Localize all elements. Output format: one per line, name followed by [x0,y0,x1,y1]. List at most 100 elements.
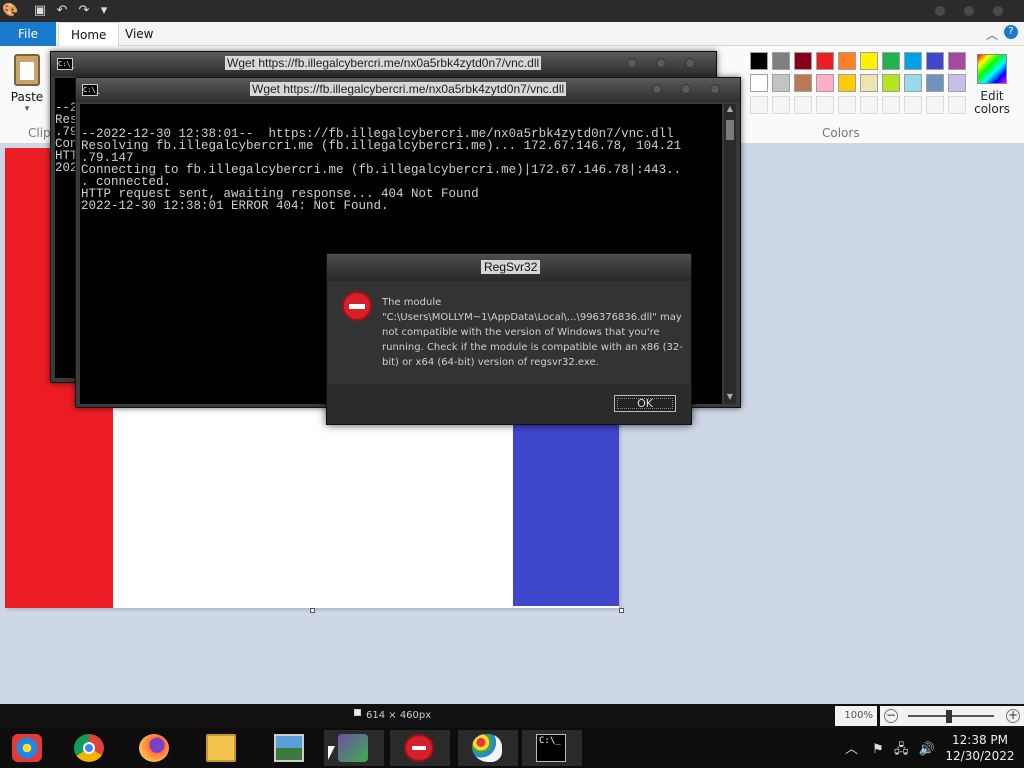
customize-quick-access-icon[interactable]: ▾ [96,3,112,19]
color-swatch[interactable] [948,74,966,92]
front-console-title-bar[interactable]: C:\_ Wget https://fb.illegalcybercri.me/… [76,78,740,102]
dialog-title: RegSvr32 [481,260,541,274]
zoom-slider-thumb[interactable] [946,710,952,723]
edit-colors-button[interactable]: Edit colors [970,50,1014,116]
taskbar-command-prompt[interactable]: C:\_ [522,730,582,766]
color-swatch[interactable] [772,74,790,92]
zoom-level: 100% [835,706,877,726]
color-swatch[interactable] [772,52,790,70]
ok-button[interactable]: OK [614,395,676,412]
chevron-up-icon[interactable]: ︿ [845,742,858,757]
taskbar-photos[interactable] [260,730,320,766]
custom-color-slot[interactable] [750,96,768,114]
redo-icon[interactable]: ↷ [76,3,92,19]
front-console-maximize[interactable] [681,84,691,94]
custom-color-slot[interactable] [882,96,900,114]
resize-handle-bottom[interactable] [310,608,315,613]
regsvr32-dialog: RegSvr32 The module "C:\Users\MOLLYM~1\A… [326,253,692,425]
help-icon[interactable]: ? [1004,25,1018,39]
color-swatch[interactable] [794,74,812,92]
front-console-close[interactable] [710,84,720,94]
network-icon[interactable]: 🖧 [894,742,909,757]
canvas-size-readout: 614 × 460px [366,710,432,721]
back-console-minimize[interactable] [627,58,637,68]
color-swatch[interactable] [926,74,944,92]
flag-icon[interactable]: ⚑ [872,742,884,757]
clipboard-group-label: Clip [28,126,51,140]
front-console-scrollbar[interactable]: ▲ ▼ [724,104,736,404]
back-console-maximize[interactable] [656,58,666,68]
color-swatch[interactable] [860,74,878,92]
scroll-thumb[interactable] [726,120,734,140]
collapse-ribbon-icon[interactable]: ︿ [986,26,998,43]
mouse-cursor [328,746,335,760]
close-button[interactable] [993,6,1003,16]
custom-color-slot[interactable] [904,96,922,114]
chrome-icon [74,734,104,762]
paste-button[interactable]: Paste ▾ [6,52,48,122]
paste-label: Paste [10,90,44,104]
custom-color-slot[interactable] [926,96,944,114]
console-line: 2022-12-30 12:38:01 ERROR 404: Not Found… [81,199,389,213]
color-swatch[interactable] [750,74,768,92]
dialog-title-bar[interactable]: RegSvr32 [327,254,691,280]
clipboard-icon [14,54,40,86]
color-swatch[interactable] [794,52,812,70]
folder-icon [206,734,236,762]
tab-view[interactable]: View [113,22,165,46]
color-swatch[interactable] [948,52,966,70]
console-line: Resolving fb.illegalcybercri.me (fb.ille… [81,139,682,153]
undo-icon[interactable]: ↶ [54,3,70,19]
color-swatch[interactable] [838,74,856,92]
color-swatch[interactable] [838,52,856,70]
color-swatch[interactable] [750,52,768,70]
scroll-down-icon[interactable]: ▼ [724,392,736,404]
minimize-button[interactable] [935,6,945,16]
dialog-body: The module "C:\Users\MOLLYM~1\AppData\Lo… [328,281,690,384]
clock-date: 12/30/2022 [945,749,1015,763]
firefox-icon [139,734,169,762]
color-swatch[interactable] [926,52,944,70]
zoom-in-icon[interactable]: + [1006,709,1020,723]
chevron-down-icon: ▾ [24,104,30,114]
colors-group-label: Colors [822,126,860,140]
console-icon: C:\_ [57,58,75,70]
status-bar: 614 × 460px 100% − + [0,704,1024,728]
color-swatch[interactable] [904,74,922,92]
error-stop-icon [342,291,372,321]
save-icon[interactable]: ▣ [32,3,48,19]
custom-color-slot[interactable] [838,96,856,114]
zoom-out-icon[interactable]: − [884,709,898,723]
color-swatch[interactable] [904,52,922,70]
custom-color-slot[interactable] [772,96,790,114]
resize-handle-corner[interactable] [619,608,624,613]
custom-color-slot[interactable] [948,96,966,114]
tab-home[interactable]: Home [58,22,120,46]
maximize-button[interactable] [964,6,974,16]
custom-color-slot[interactable] [816,96,834,114]
console-icon: C:\_ [82,84,100,96]
color-swatch[interactable] [882,74,900,92]
taskbar-file-explorer[interactable] [192,730,252,766]
taskbar-clock[interactable]: 12:38 PM 12/30/2022 [942,732,1018,764]
taskbar-regsvr32-error[interactable] [390,730,450,766]
network-app-icon [338,734,368,762]
start-button[interactable] [0,730,60,766]
color-swatch[interactable] [860,52,878,70]
custom-color-slot[interactable] [860,96,878,114]
front-console-minimize[interactable] [652,84,662,94]
volume-icon[interactable]: 🔊 [919,742,935,757]
tab-file[interactable]: File [0,22,56,46]
color-swatch[interactable] [816,52,834,70]
color-wheel-icon [977,54,1007,84]
color-swatch[interactable] [882,52,900,70]
color-swatch[interactable] [816,74,834,92]
back-console-close[interactable] [685,58,695,68]
custom-color-slot[interactable] [794,96,812,114]
taskbar-chrome[interactable] [60,730,120,766]
front-console-title: Wget https://fb.illegalcybercri.me/nx0a5… [250,82,567,96]
scroll-up-icon[interactable]: ▲ [724,104,736,116]
taskbar-firefox[interactable] [125,730,185,766]
back-console-title-bar[interactable]: C:\_ Wget https://fb.illegalcybercri.me/… [51,52,716,76]
taskbar-paint[interactable] [458,730,518,766]
